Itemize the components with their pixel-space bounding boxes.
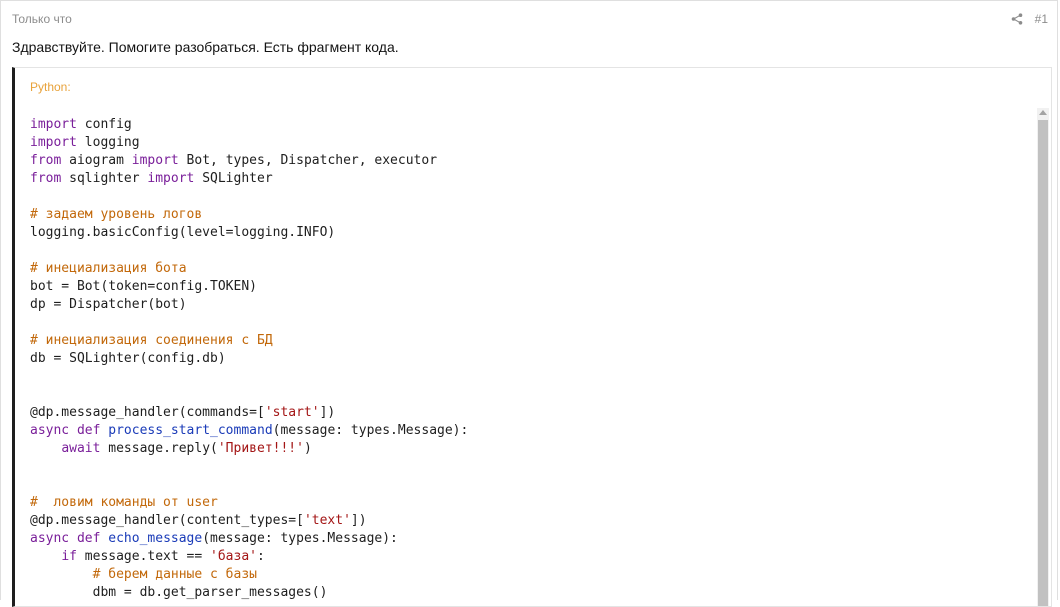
share-icon[interactable] bbox=[1011, 13, 1023, 25]
post-timestamp[interactable]: Только что bbox=[12, 12, 72, 26]
post-body-text: Здравствуйте. Помогите разобраться. Есть… bbox=[12, 39, 399, 55]
scroll-up-arrow-icon[interactable] bbox=[1039, 110, 1047, 115]
code-language-title: Python: bbox=[30, 80, 71, 94]
forum-post: Только что #1 Здравствуйте. Помогите раз… bbox=[0, 0, 1058, 607]
post-header: Только что #1 bbox=[12, 12, 1057, 28]
scrollbar-thumb[interactable] bbox=[1038, 120, 1048, 606]
code-scrollbar[interactable] bbox=[1037, 108, 1049, 606]
code-content: import config import logging from aiogra… bbox=[30, 117, 469, 600]
post-number-link[interactable]: #1 bbox=[1035, 12, 1048, 26]
code-scroll-area[interactable]: import config import logging from aiogra… bbox=[15, 106, 1037, 606]
code-block: Python: import config import logging fro… bbox=[12, 67, 1052, 607]
